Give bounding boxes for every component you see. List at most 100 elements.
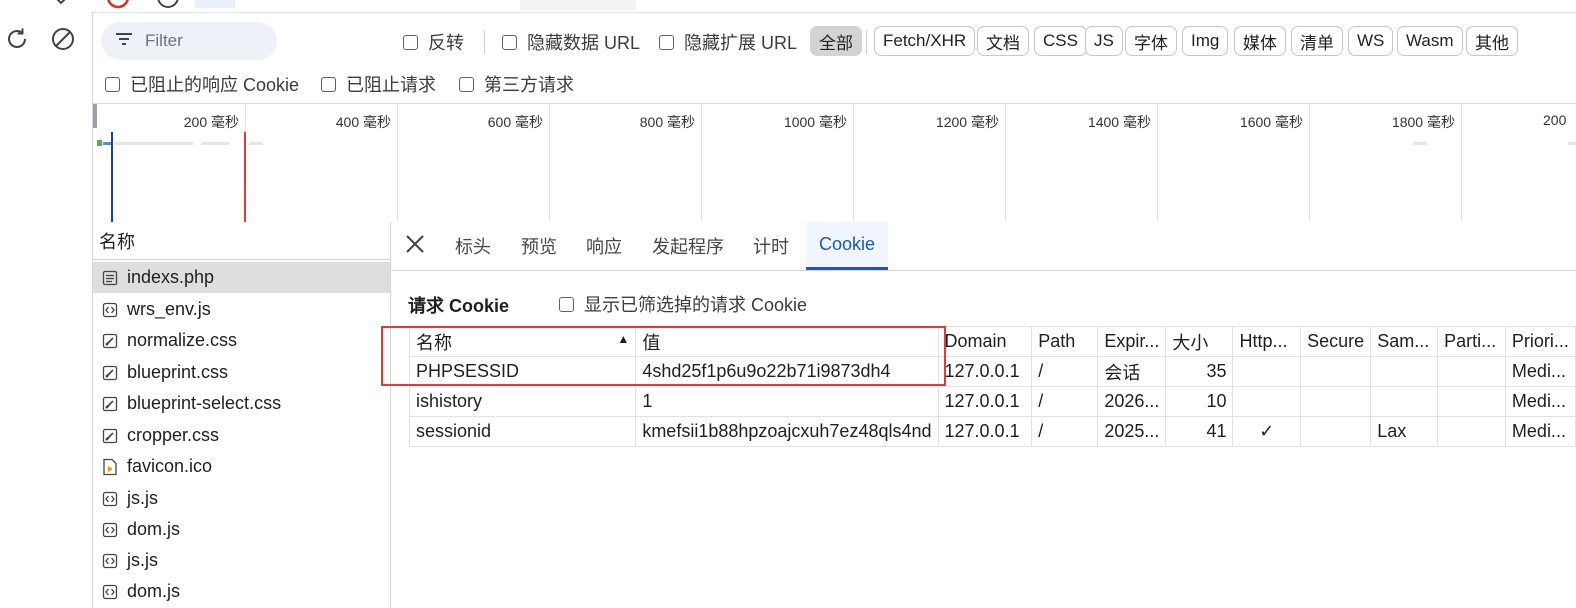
filter-chip-wasm[interactable]: Wasm	[1397, 26, 1463, 56]
request-row[interactable]: wrs_env.js	[93, 294, 390, 325]
column-header-size[interactable]: 大小	[1165, 326, 1234, 357]
tick-label: 1200 毫秒	[935, 114, 999, 130]
request-list-header[interactable]: 名称	[93, 222, 390, 260]
invert-checkbox-box[interactable]	[403, 34, 418, 50]
third-party-checkbox[interactable]: 第三方请求	[459, 71, 574, 97]
filter-chip-fetch-xhr[interactable]: Fetch/XHR	[874, 26, 976, 56]
blocked-requests-box[interactable]	[321, 76, 336, 92]
filter-icon	[115, 31, 133, 52]
show-filtered-cookies-box[interactable]	[559, 296, 574, 312]
blocked-response-cookie-checkbox[interactable]: 已阻止的响应 Cookie	[105, 71, 299, 97]
tab-preview[interactable]: 预览	[521, 222, 557, 270]
request-row[interactable]: cropper.css	[93, 420, 390, 451]
show-filtered-cookies-checkbox[interactable]: 显示已筛选掉的请求 Cookie	[559, 291, 807, 317]
column-header-value[interactable]: 值	[635, 326, 939, 357]
reload-icon[interactable]	[2, 24, 32, 54]
network-overview-timeline[interactable]: 200 毫秒 400 毫秒 600 毫秒 800 毫秒 1000 毫秒 1200…	[93, 103, 1576, 223]
filter-chip-font[interactable]: 字体	[1125, 26, 1177, 56]
filter-chip-js[interactable]: JS	[1085, 26, 1123, 56]
filter-chip-all[interactable]: 全部	[810, 26, 862, 56]
tab-cookies[interactable]: Cookie	[806, 222, 889, 270]
column-header-name[interactable]: 名称 ▲	[408, 326, 637, 357]
column-header-secure[interactable]: Secure	[1300, 326, 1372, 357]
toolbar-button-fragment[interactable]	[195, 0, 235, 8]
cookie-httponly	[1232, 356, 1302, 387]
overview-drag-handle[interactable]	[93, 104, 97, 128]
column-header-path[interactable]: Path	[1031, 326, 1099, 357]
filter-input[interactable]	[143, 30, 267, 52]
hide-ext-url-checkbox[interactable]: 隐藏扩展 URL	[659, 29, 797, 55]
filter-chip-manifest[interactable]: 清单	[1291, 26, 1343, 56]
column-header-expires[interactable]: Expir...	[1097, 326, 1167, 357]
tick-line	[701, 104, 702, 222]
filter-chip-css[interactable]: CSS	[1034, 26, 1087, 56]
tab-response[interactable]: 响应	[586, 222, 622, 270]
third-party-box[interactable]	[459, 76, 474, 92]
request-row[interactable]: indexs.php	[93, 262, 390, 293]
request-name: dom.js	[127, 519, 181, 539]
request-row[interactable]: dom.js	[93, 514, 390, 545]
filter-chip-media[interactable]: 媒体	[1234, 26, 1286, 56]
filter-search-box[interactable]	[101, 22, 277, 60]
column-header-partition[interactable]: Parti...	[1437, 326, 1506, 357]
blocked-requests-checkbox[interactable]: 已阻止请求	[321, 71, 436, 97]
column-header-httponly[interactable]: Http...	[1232, 326, 1302, 357]
request-row[interactable]: js.js	[93, 545, 390, 576]
tick-line	[1157, 104, 1158, 222]
close-icon[interactable]	[50, 0, 72, 6]
cookie-priority: Medi...	[1504, 386, 1576, 417]
filter-chip-img[interactable]: Img	[1182, 26, 1229, 56]
script-icon	[101, 521, 119, 539]
filter-chip-doc[interactable]: 文档	[977, 26, 1029, 56]
block-icon[interactable]	[48, 24, 78, 54]
request-bar	[115, 142, 193, 145]
cookie-secure	[1300, 356, 1372, 387]
throttle-select-fragment[interactable]	[520, 0, 636, 10]
tick-label: 1600 毫秒	[1239, 114, 1303, 130]
tick-label: 200	[1543, 112, 1567, 128]
hide-ext-url-box[interactable]	[659, 34, 674, 50]
request-row[interactable]: blueprint-select.css	[93, 388, 390, 419]
cookie-value: 1	[635, 386, 939, 417]
request-row[interactable]: js.js	[93, 483, 390, 514]
request-row[interactable]: favicon.ico	[93, 451, 390, 482]
invert-label: 反转	[428, 33, 464, 53]
cookie-path: /	[1031, 356, 1099, 387]
request-row[interactable]: normalize.css	[93, 325, 390, 356]
filter-chip-ws[interactable]: WS	[1348, 26, 1394, 56]
close-detail-button[interactable]	[404, 222, 426, 270]
blocked-response-cookie-box[interactable]	[105, 76, 120, 92]
request-bar	[1413, 142, 1427, 145]
tick-label: 600 毫秒	[487, 114, 543, 130]
column-header-samesite[interactable]: Sam...	[1370, 326, 1439, 357]
cookie-path: /	[1031, 386, 1099, 417]
hide-data-url-checkbox[interactable]: 隐藏数据 URL	[502, 29, 640, 55]
request-row[interactable]: blueprint.css	[93, 357, 390, 388]
cookie-row[interactable]: PHPSESSID 4shd25f1p6u9o22b71i9873dh4 127…	[408, 356, 1576, 387]
tab-headers[interactable]: 标头	[455, 222, 491, 270]
column-header-priority[interactable]: Priori...	[1504, 326, 1576, 357]
cookie-partition	[1437, 356, 1506, 387]
hide-data-url-box[interactable]	[502, 34, 517, 50]
tab-timing[interactable]: 计时	[753, 222, 789, 270]
cookie-secure	[1300, 386, 1372, 417]
request-row[interactable]: dom.js	[93, 576, 390, 607]
record-icon[interactable]	[106, 0, 130, 9]
column-header-domain[interactable]: Domain	[937, 326, 1033, 357]
script-icon	[101, 490, 119, 508]
cookie-row[interactable]: ishistory 1 127.0.0.1 / 2026... 10 Medi.…	[408, 386, 1576, 417]
invert-checkbox[interactable]: 反转	[403, 29, 464, 55]
close-icon[interactable]	[404, 233, 426, 260]
filter-chip-other[interactable]: 其他	[1466, 26, 1518, 56]
tab-initiator[interactable]: 发起程序	[652, 222, 724, 270]
tick-line	[397, 104, 398, 222]
cookie-priority: Medi...	[1504, 416, 1576, 447]
detail-tab-bar: 标头 预览 响应 发起程序 计时 Cookie	[391, 222, 1576, 271]
clear-icon[interactable]	[156, 0, 180, 8]
cookie-row[interactable]: sessionid kmefsii1b88hpzoajcxuh7ez48qls4…	[408, 416, 1576, 447]
cookie-expires: 2025...	[1097, 416, 1167, 447]
divider	[866, 30, 867, 54]
load-event-line	[244, 132, 246, 222]
request-name: dom.js	[127, 581, 181, 601]
request-name: blueprint.css	[127, 362, 229, 382]
